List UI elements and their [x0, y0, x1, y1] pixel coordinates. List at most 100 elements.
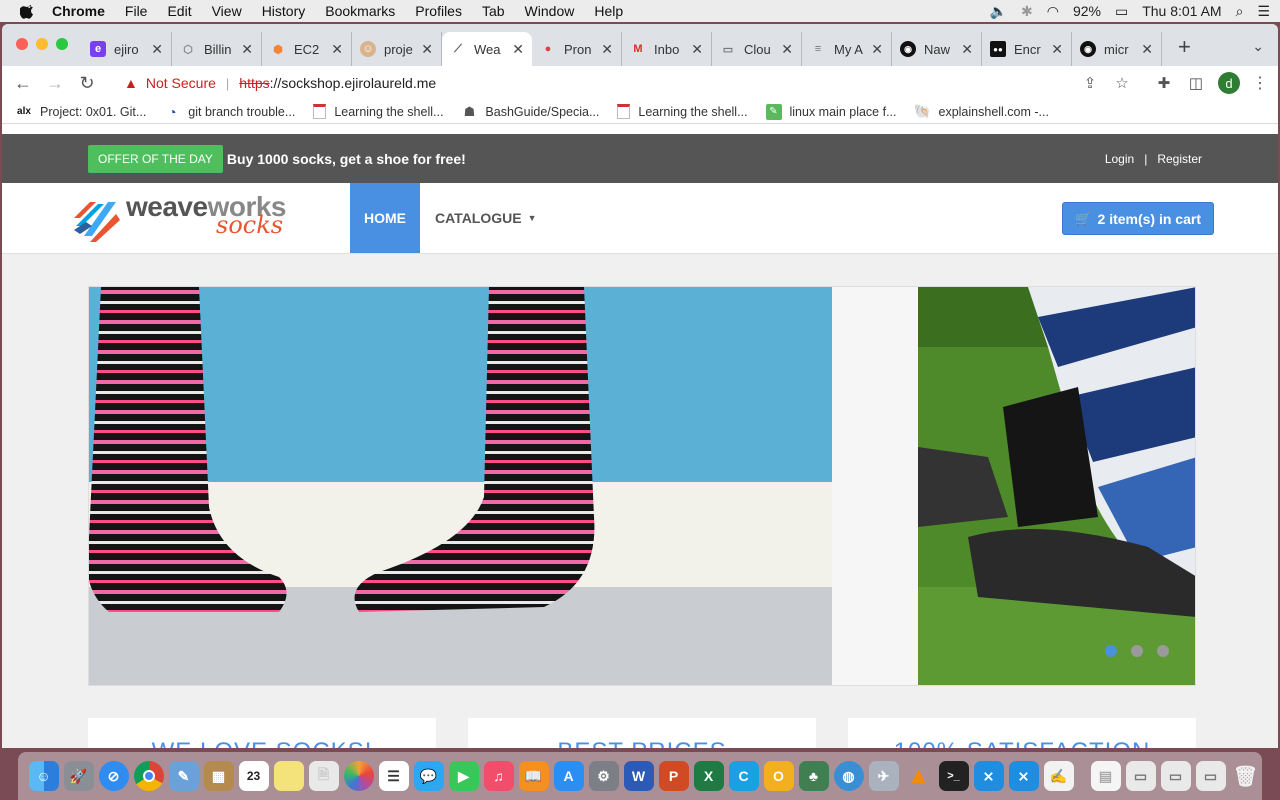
close-tab-icon[interactable]: ✕ [331, 41, 343, 58]
minimize-window-button[interactable] [36, 38, 48, 50]
menu-file[interactable]: File [125, 3, 148, 19]
side-panel-icon[interactable]: ◫ [1186, 74, 1206, 92]
cart-button[interactable]: 🛒 2 item(s) in cart [1062, 202, 1214, 235]
tab-project[interactable]: ☺ proje ✕ [352, 32, 442, 66]
teams-icon[interactable]: ♣ [798, 761, 829, 791]
reminders-icon[interactable]: ☰ [378, 761, 409, 791]
register-link[interactable]: Register [1157, 152, 1202, 166]
profile-avatar[interactable]: d [1218, 72, 1240, 94]
close-tab-icon[interactable]: ✕ [151, 41, 163, 58]
menu-history[interactable]: History [262, 3, 306, 19]
terminal-icon[interactable]: >_ [938, 761, 969, 791]
bookmark-item[interactable]: 🐚 explainshell.com -... [914, 103, 1049, 120]
menu-app-name[interactable]: Chrome [52, 3, 105, 19]
close-tab-icon[interactable]: ✕ [691, 41, 703, 58]
tab-search-chevron-icon[interactable]: ⌄ [1252, 38, 1264, 55]
menu-edit[interactable]: Edit [167, 3, 191, 19]
close-window-button[interactable] [16, 38, 28, 50]
close-tab-icon[interactable]: ✕ [1141, 41, 1153, 58]
bookmark-item[interactable]: alx Project: 0x01. Git... [16, 104, 146, 120]
nav-catalogue[interactable]: CATALOGUE ▼ [420, 183, 552, 253]
finder-icon[interactable]: ☺ [28, 761, 59, 791]
close-tab-icon[interactable]: ✕ [781, 41, 793, 58]
hero-carousel[interactable] [88, 286, 1196, 686]
messages-icon[interactable]: 💬 [413, 761, 444, 791]
tab-weaveworks[interactable]: ⟋ Wea ✕ [442, 32, 532, 66]
tab-ejiro[interactable]: e ejiro ✕ [82, 32, 172, 66]
close-tab-icon[interactable]: ✕ [601, 41, 613, 58]
stickies-icon[interactable] [273, 761, 304, 791]
menu-window[interactable]: Window [525, 3, 575, 19]
safari-icon[interactable]: ⊘ [98, 761, 129, 791]
textedit-icon[interactable]: ✍ [1043, 761, 1074, 791]
new-tab-button[interactable]: + [1178, 34, 1191, 60]
window-icon[interactable]: ▭ [1125, 761, 1156, 791]
security-status[interactable]: Not Secure [146, 75, 216, 91]
appstore-icon[interactable]: A [553, 761, 584, 791]
nav-home[interactable]: HOME [350, 183, 420, 253]
tab-my-account[interactable]: ≡ My A ✕ [802, 32, 892, 66]
bookmark-item[interactable]: ☗ BashGuide/Specia... [461, 104, 600, 120]
close-tab-icon[interactable]: ✕ [241, 41, 253, 58]
tab-pron[interactable]: ● Pron ✕ [532, 32, 622, 66]
window-icon-2[interactable]: ▭ [1195, 761, 1226, 791]
tab-ec2[interactable]: ⬢ EC2 ✕ [262, 32, 352, 66]
carousel-dot-1[interactable] [1105, 645, 1117, 657]
outlook-icon[interactable]: O [763, 761, 794, 791]
books-icon[interactable]: 📖 [518, 761, 549, 791]
login-link[interactable]: Login [1105, 152, 1134, 166]
offer-badge[interactable]: OFFER OF THE DAY [88, 144, 223, 173]
chrome-icon[interactable] [133, 761, 164, 791]
bookmark-item[interactable]: Learning the shell... [617, 104, 748, 119]
tab-cloud[interactable]: ▭ Clou ✕ [712, 32, 802, 66]
carousel-dot-3[interactable] [1157, 645, 1169, 657]
launchpad-icon[interactable]: 🚀 [63, 761, 94, 791]
trash-icon[interactable]: 🗑 [1231, 761, 1261, 791]
bookmark-item[interactable]: ✎ linux main place f... [765, 103, 897, 120]
spotlight-search-icon[interactable]: ⌕ [1236, 3, 1244, 20]
volume-icon[interactable]: 🔈 [990, 3, 1007, 20]
menu-tab[interactable]: Tab [482, 3, 505, 19]
photos-icon[interactable]: 🗎 [308, 761, 339, 791]
bookmark-item[interactable]: Learning the shell... [313, 104, 443, 119]
menu-view[interactable]: View [212, 3, 242, 19]
vscode-alt-icon[interactable]: ⨯ [1008, 761, 1039, 791]
battery-percent[interactable]: 92% [1073, 3, 1101, 19]
vscode-icon[interactable]: ⨯ [973, 761, 1004, 791]
photos-flower-icon[interactable] [343, 761, 374, 791]
weaveworks-socks-logo[interactable]: weaveworks socks [72, 183, 350, 253]
zoom-window-button[interactable] [56, 38, 68, 50]
settings-icon[interactable]: ⚙ [588, 761, 619, 791]
close-tab-icon[interactable]: ✕ [421, 41, 433, 58]
vlc-icon[interactable]: ▲ [904, 761, 934, 791]
close-tab-icon[interactable]: ✕ [1051, 41, 1063, 58]
control-center-icon[interactable]: ☰ [1257, 3, 1270, 20]
forward-button[interactable]: → [44, 73, 66, 94]
share-icon[interactable]: ⇪ [1080, 74, 1100, 92]
network-icon[interactable]: ✈ [868, 761, 899, 791]
apple-icon[interactable] [20, 3, 36, 19]
menu-bookmarks[interactable]: Bookmarks [325, 3, 395, 19]
excel-icon[interactable]: X [693, 761, 724, 791]
tab-github-naw[interactable]: ◉ Naw ✕ [892, 32, 982, 66]
close-tab-icon[interactable]: ✕ [871, 41, 883, 58]
menu-help[interactable]: Help [594, 3, 623, 19]
menu-profiles[interactable]: Profiles [415, 3, 462, 19]
tab-inbox[interactable]: M Inbo ✕ [622, 32, 712, 66]
more-menu-icon[interactable]: ⋮ [1252, 73, 1268, 93]
globe-icon[interactable]: ◍ [833, 761, 864, 791]
clock[interactable]: Thu 8:01 AM [1142, 3, 1221, 19]
battery-icon[interactable]: ▭ [1115, 3, 1128, 20]
bookmark-star-icon[interactable]: ☆ [1112, 74, 1132, 92]
address-bar[interactable]: ▲ Not Secure | https ://sockshop.ejirola… [114, 69, 1068, 97]
tab-medium-encr[interactable]: ●● Encr ✕ [982, 32, 1072, 66]
extensions-puzzle-icon[interactable]: ✚ [1154, 74, 1174, 92]
reload-button[interactable]: ↻ [76, 73, 98, 94]
calendar-icon[interactable]: 23 [238, 761, 269, 791]
preview-icon[interactable]: ✎ [168, 761, 199, 791]
bluetooth-icon[interactable]: ✱ [1021, 3, 1033, 20]
bookmark-item[interactable]: ◔ git branch trouble... [164, 104, 295, 120]
music-icon[interactable]: ♫ [483, 761, 514, 791]
carousel-dot-2[interactable] [1131, 645, 1143, 657]
facetime-icon[interactable]: ▶ [448, 761, 479, 791]
